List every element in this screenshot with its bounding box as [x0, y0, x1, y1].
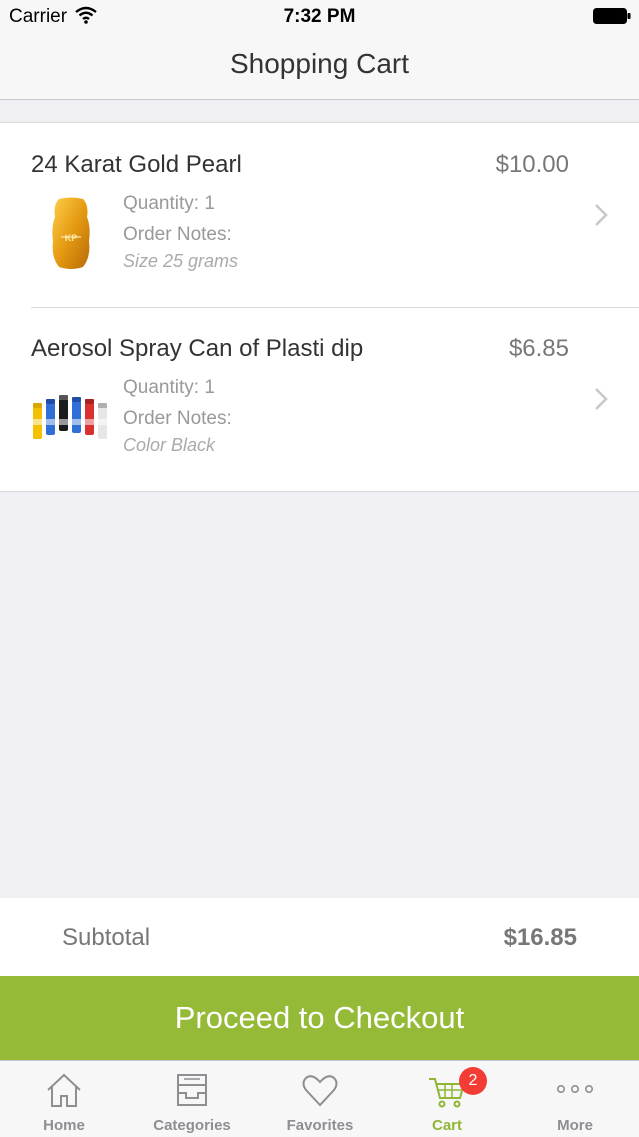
order-notes-value: Size 25 grams: [123, 251, 239, 271]
cart-list: 24 Karat Gold Pearl $10.00 KP Quantity: …: [0, 122, 639, 492]
proceed-to-checkout-button[interactable]: Proceed to Checkout: [0, 976, 639, 1060]
tab-favorites[interactable]: Favorites: [256, 1061, 384, 1137]
status-bar: Carrier 7:32 PM: [0, 0, 639, 32]
subtotal-label: Subtotal: [62, 924, 151, 951]
tab-bar: Home Categories Favorites Cart More 2: [0, 1060, 639, 1137]
item-name: Aerosol Spray Can of Plasti dip: [31, 335, 364, 362]
tab-more[interactable]: More: [511, 1061, 639, 1137]
product-thumbnail: KP: [52, 197, 90, 269]
tab-cart[interactable]: Cart: [383, 1061, 511, 1137]
order-notes-label: Order Notes:: [123, 408, 232, 429]
more-icon: [556, 1085, 593, 1094]
tab-label: Favorites: [286, 1117, 354, 1134]
home-icon: [47, 1073, 81, 1107]
battery-icon: [593, 8, 631, 24]
tab-label: Home: [43, 1117, 85, 1134]
item-price: $6.85: [508, 335, 569, 362]
tab-home[interactable]: Home: [0, 1061, 128, 1137]
order-notes-label: Order Notes:: [123, 224, 232, 245]
status-time: 7:32 PM: [283, 6, 356, 27]
tab-label: More: [557, 1117, 593, 1134]
cart-item-plasti-dip[interactable]: Aerosol Spray Can of Plasti dip $6.85 Qu…: [0, 307, 639, 491]
tab-label: Categories: [153, 1117, 231, 1134]
cart-item-gold-pearl[interactable]: 24 Karat Gold Pearl $10.00 KP Quantity: …: [0, 123, 639, 307]
order-notes-value: Color Black: [123, 435, 216, 455]
tab-categories[interactable]: Categories: [128, 1061, 256, 1137]
cart-count-badge: 2: [459, 1067, 487, 1095]
tab-label: Cart: [431, 1117, 462, 1134]
item-quantity: Quantity: 1: [123, 377, 215, 398]
item-quantity: Quantity: 1: [123, 193, 215, 214]
heart-icon: [302, 1075, 338, 1107]
navigation-bar: Shopping Cart: [0, 32, 639, 100]
svg-text:KP: KP: [65, 233, 78, 243]
page-title: Shopping Cart: [229, 48, 409, 79]
product-thumbnail: [33, 395, 107, 439]
item-price: $10.00: [495, 151, 569, 178]
subtotal-row: Subtotal $16.85: [0, 898, 639, 976]
item-name: 24 Karat Gold Pearl: [31, 151, 242, 178]
chevron-right-icon: [595, 388, 608, 410]
categories-icon: [177, 1074, 207, 1106]
chevron-right-icon: [595, 204, 608, 226]
subtotal-value: $16.85: [503, 924, 577, 951]
